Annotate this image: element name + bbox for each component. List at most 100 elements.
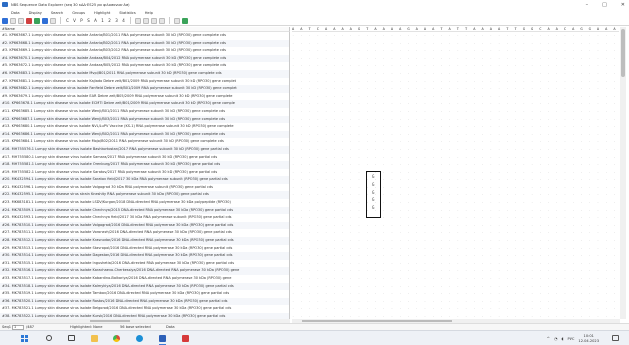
sequence-row[interactable]: . . . . . . . . . . . . . . . . . . . . … [292,146,619,154]
menu-highlight[interactable]: Highlight [94,11,110,15]
sequence-name-row[interactable]: #1. KP663667.1 Lumpy skin disease virus … [0,32,289,40]
sequence-row[interactable]: . . . . . . . . . . . . . . . . . . . . … [292,191,619,199]
sequence-row[interactable]: . . . . . . . . . . . . . . . . . . . . … [292,290,619,298]
chevron-up-icon[interactable]: ^ [547,336,550,341]
sequence-row[interactable]: . . . . . . . . . . . . . . . . . . . . … [292,32,619,40]
sequence-row[interactable]: . . . . . . . . . . . . . . . . . . . . … [292,116,619,124]
sequence-name-row[interactable]: #25. MK432593.1 Lumpy skin disease virus… [0,214,289,222]
sequence-name-row[interactable]: #5. KP663672.1 Lumpy skin disease virus … [0,62,289,70]
sequence-row[interactable]: . . . . . . . . . . . . . . . . . . . . … [292,184,619,192]
sequence-row[interactable]: . . . . . . . . . . . . . . . . . . . . … [292,93,619,101]
minimize-button[interactable]: – [586,2,589,8]
vertical-scroll-thumb[interactable] [621,29,625,77]
sequence-name-row[interactable]: #31. MK783515.1 Lumpy skin disease virus… [0,260,289,268]
sequence-name-row[interactable]: #23. MK683181.1 Lumpy skin disease virus… [0,199,289,207]
sequence-name-row[interactable]: #20. MK432594.1 Lumpy skin disease virus… [0,176,289,184]
sequence-row[interactable]: . . . . . . . . . . . . . . . . . . . . … [292,176,619,184]
sequence-name-row[interactable]: #7. KP663681.1 Lumpy skin disease virus … [0,78,289,86]
sequence-name-row[interactable]: #29. MK783513.1 Lumpy skin disease virus… [0,245,289,253]
toolbar-c-button[interactable]: C [65,18,70,23]
pin-icon[interactable] [50,17,56,24]
grid-scroll-thumb[interactable] [302,320,452,322]
export-icon[interactable] [18,17,24,24]
sequence-name-row[interactable]: #17. MH755580.1 Lumpy skin disease virus… [0,154,289,162]
sequence-row[interactable]: . . . . . . . . . . . . . . . . . . . . … [292,260,619,268]
translate-icon[interactable] [26,17,32,24]
sequence-row[interactable]: . . . . . . . . . . . . . . . . . . . . … [292,70,619,78]
edge-icon[interactable] [136,335,143,342]
sequence-row[interactable]: . . . . . . . . . . . . . . . . . . . . … [292,169,619,177]
sequence-alignment-grid[interactable]: . . . . . . . . . . . . . . . . . . . . … [292,32,619,319]
toolbar-s-button[interactable]: S [86,18,91,23]
chart-icon[interactable] [182,17,188,24]
highlight-icon[interactable] [143,17,149,24]
toolbar-v-button[interactable]: V [72,18,77,23]
sequence-row[interactable]: . . . . . . . . . . . . . . . . . . . . … [292,47,619,55]
search-icon[interactable] [46,335,52,341]
sequence-row[interactable]: . . . . . . . . . . . . . . . . . . . . … [292,222,619,230]
toolbar-1-button[interactable]: 1 [100,18,105,23]
sequence-row[interactable]: . . . . . . . . . . . . . . . . . . . . … [292,252,619,260]
sequence-row[interactable]: . . . . . . . . . . . . . . . . . . . . … [292,283,619,291]
toolbar-a-button[interactable]: A [93,18,98,23]
notification-icon[interactable] [612,335,619,341]
sequence-row[interactable]: . . . . . . . . . . . . . . . . . . . . … [292,229,619,237]
sequence-row[interactable]: . . . . . . . . . . . . . . . . . . . . … [292,138,619,146]
sequence-row[interactable]: . . . . . . . . . . . . . . . . . . . . … [292,62,619,70]
sequence-name-row[interactable]: #36. MK783520.1 Lumpy skin disease virus… [0,297,289,306]
save-icon[interactable] [2,17,8,24]
sequence-row[interactable]: . . . . . . . . . . . . . . . . . . . . … [292,131,619,139]
menu-search[interactable]: Search [51,11,63,15]
sequence-name-row[interactable]: #27. MK783511.1 Lumpy skin disease virus… [0,229,289,237]
name-list-scroll-thumb[interactable] [90,320,130,322]
sequence-row[interactable]: . . . . . . . . . . . . . . . . . . . . … [292,78,619,86]
sequence-row[interactable]: . . . . . . . . . . . . . . . . . . . . … [292,245,619,253]
select-icon[interactable] [42,17,48,24]
toolbar-4-button[interactable]: 4 [121,18,126,23]
sequence-name-row[interactable]: #9. KP663679.1 Lumpy skin disease virus … [0,93,289,101]
sequence-row[interactable]: . . . . . . . . . . . . . . . . . . . . … [292,100,619,108]
sequence-row[interactable]: . . . . . . . . . . . . . . . . . . . . … [292,305,619,313]
sequence-row[interactable]: . . . . . . . . . . . . . . . . . . . . … [292,123,619,131]
mega-icon[interactable] [182,335,189,342]
sequence-name-row[interactable]: #34. MK783518.1 Lumpy skin disease virus… [0,282,289,291]
menu-statistics[interactable]: Statistics [119,11,135,15]
sequence-row[interactable]: . . . . . . . . . . . . . . . . . . . . … [292,154,619,162]
sequence-row[interactable]: . . . . . . . . . . . . . . . . . . . . … [292,161,619,169]
chrome-icon[interactable] [113,335,120,342]
sequence-name-row[interactable]: #24. MK783509.1 Lumpy skin disease virus… [0,206,289,215]
close-button[interactable]: ✕ [621,2,625,8]
sequence-name-row[interactable]: #22. MK432595.1 Lumpy skin disease virus… [0,191,289,200]
sequence-name-row[interactable]: #37. MK783521.1 Lumpy skin disease virus… [0,305,289,313]
volume-icon[interactable]: ◖ [561,336,563,341]
sequence-row[interactable]: . . . . . . . . . . . . . . . . . . . . … [292,108,619,116]
sequence-name-row[interactable]: #15. KP663684.1 Lumpy skin disease virus… [0,138,289,146]
color-icon[interactable] [34,17,40,24]
sequence-name-row[interactable]: #14. KP663686.1 Lumpy skin disease virus… [0,130,289,139]
sequence-name-row[interactable]: #4. KP663670.1 Lumpy skin disease virus … [0,54,289,63]
sequence-name-row[interactable]: #6. KP663683.1 Lumpy skin disease virus … [0,69,289,78]
search-icon[interactable] [135,17,141,24]
sequence-name-row[interactable]: #28. MK783512.1 Lumpy skin disease virus… [0,237,289,245]
sequence-row[interactable]: . . . . . . . . . . . . . . . . . . . . … [292,207,619,215]
sequence-row[interactable]: . . . . . . . . . . . . . . . . . . . . … [292,267,619,275]
maximize-button[interactable]: □ [602,2,607,8]
sequence-row[interactable]: . . . . . . . . . . . . . . . . . . . . … [292,214,619,222]
sequence-name-row[interactable]: #16. MH755576.1 Lumpy skin disease virus… [0,145,289,154]
clock[interactable]: 10:01 12.04.2023 [578,334,599,343]
network-icon[interactable]: ◔ [554,336,558,341]
sequence-name-row[interactable]: #21. MK432596.1 Lumpy skin disease virus… [0,184,289,192]
word-icon[interactable] [159,335,166,342]
sequence-name-row[interactable]: #12. KP663687.1 Lumpy skin disease virus… [0,115,289,124]
sequence-name-row[interactable]: #3. KP663669.1 Lumpy skin disease virus … [0,47,289,55]
previous-icon[interactable] [151,17,157,24]
language-indicator[interactable]: РУС [568,337,575,341]
menu-data[interactable]: Data [11,11,20,15]
sequence-number-spinner[interactable]: 1 [12,324,24,330]
start-icon[interactable] [21,335,28,342]
sequence-name-row[interactable]: #13. KP663680.1 Lumpy skin disease virus… [0,123,289,131]
sequence-name-row[interactable]: #32. MK783516.1 Lumpy skin disease virus… [0,267,289,275]
sequence-row[interactable]: . . . . . . . . . . . . . . . . . . . . … [292,55,619,63]
file-explorer-icon[interactable] [91,335,98,342]
sequence-name-row[interactable]: #33. MK783517.1 Lumpy skin disease virus… [0,275,289,283]
